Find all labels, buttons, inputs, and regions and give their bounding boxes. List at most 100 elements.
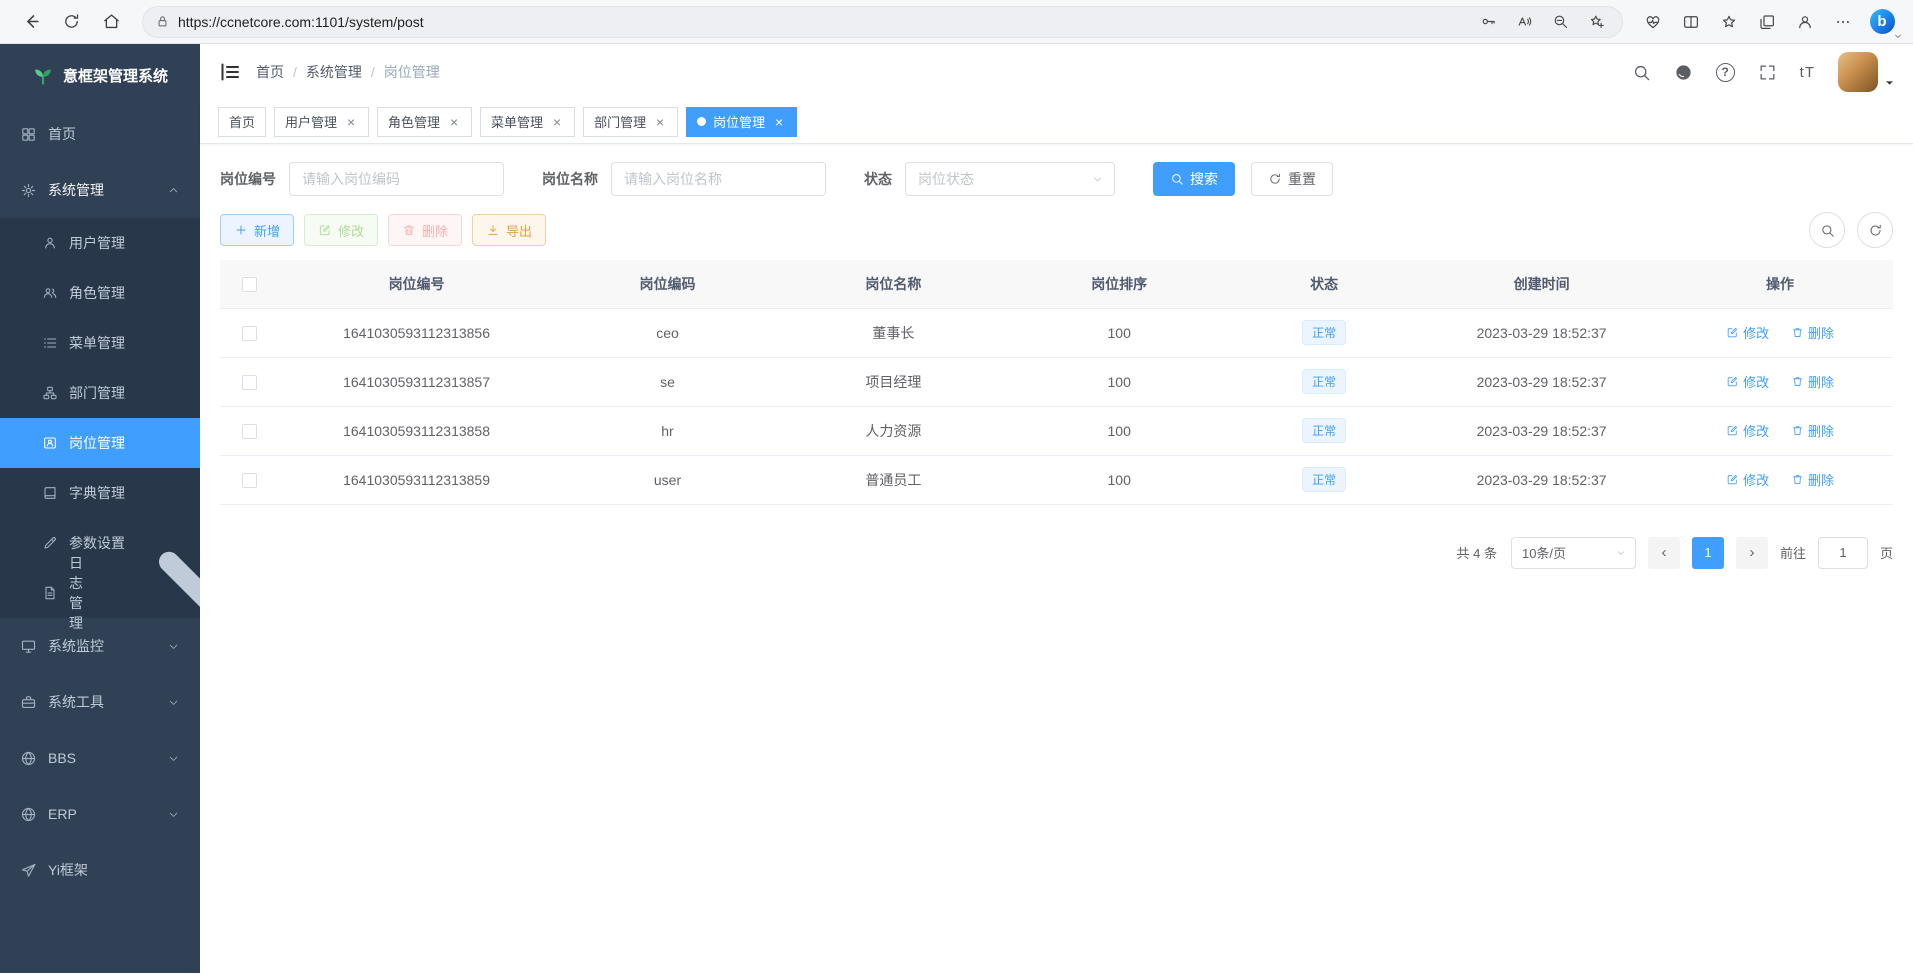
favorites-icon[interactable] (1713, 6, 1745, 38)
split-screen-icon[interactable] (1675, 6, 1707, 38)
trash-icon (1791, 375, 1804, 388)
close-icon[interactable]: × (653, 115, 667, 129)
edit-button[interactable]: 修改 (304, 214, 378, 246)
id-badge-icon (42, 435, 58, 451)
help-icon[interactable]: ? (1716, 63, 1735, 82)
url-text[interactable]: https://ccnetcore.com:1101/system/post (178, 14, 1466, 30)
table-row[interactable]: 1641030593112313859 user 普通员工 100 正常 202… (220, 455, 1893, 504)
select-all-checkbox[interactable] (242, 277, 257, 292)
table-row[interactable]: 1641030593112313856 ceo 董事长 100 正常 2023-… (220, 308, 1893, 357)
sidebar-item-home[interactable]: 首页 (0, 106, 200, 162)
post-name-input[interactable] (611, 162, 826, 196)
row-edit-link[interactable]: 修改 (1726, 323, 1769, 342)
sidebar-item-menu-mgmt[interactable]: 菜单管理 (0, 318, 200, 368)
tab-user-mgmt[interactable]: 用户管理 × (274, 107, 369, 137)
row-checkbox[interactable] (242, 424, 257, 439)
edit-link-label: 修改 (1743, 323, 1769, 342)
font-size-icon[interactable]: tT (1800, 64, 1815, 81)
table-row[interactable]: 1641030593112313858 hr 人力资源 100 正常 2023-… (220, 406, 1893, 455)
toolbox-icon (20, 694, 37, 711)
row-edit-link[interactable]: 修改 (1726, 470, 1769, 489)
sidebar-label: 首页 (48, 124, 76, 144)
row-checkbox[interactable] (242, 473, 257, 488)
sidebar-item-role-mgmt[interactable]: 角色管理 (0, 268, 200, 318)
delete-button[interactable]: 删除 (388, 214, 462, 246)
tab-home[interactable]: 首页 (218, 107, 266, 137)
edit-link-label: 修改 (1743, 421, 1769, 440)
row-delete-link[interactable]: 删除 (1791, 323, 1834, 342)
close-icon[interactable]: × (772, 115, 786, 129)
row-delete-link[interactable]: 删除 (1791, 372, 1834, 391)
bing-sidebar-button[interactable]: b (1865, 5, 1899, 39)
settings-menu-icon[interactable] (1827, 6, 1859, 38)
breadcrumb-system[interactable]: 系统管理 (306, 62, 362, 82)
row-delete-link[interactable]: 删除 (1791, 470, 1834, 489)
row-checkbox[interactable] (242, 375, 257, 390)
users-icon (42, 285, 58, 301)
browser-toolbar: https://ccnetcore.com:1101/system/post b (0, 0, 1913, 44)
password-key-icon[interactable] (1474, 8, 1502, 36)
cell-post-name: 人力资源 (780, 406, 1006, 455)
sidebar-item-monitor[interactable]: 系统监控 (0, 618, 200, 674)
cell-post-sort: 100 (1006, 455, 1232, 504)
cell-post-sort: 100 (1006, 357, 1232, 406)
status-select[interactable]: 岗位状态 (905, 162, 1115, 196)
table-row[interactable]: 1641030593112313857 se 项目经理 100 正常 2023-… (220, 357, 1893, 406)
next-page-button[interactable]: › (1736, 537, 1768, 569)
refresh-table-button[interactable] (1857, 212, 1893, 248)
sidebar-item-system[interactable]: 系统管理 (0, 162, 200, 218)
sidebar-item-user-mgmt[interactable]: 用户管理 (0, 218, 200, 268)
sidebar-item-yi-framework[interactable]: Yi框架 (0, 842, 200, 898)
goto-page-input[interactable] (1818, 537, 1868, 569)
search-button[interactable]: 搜索 (1153, 162, 1235, 196)
row-checkbox[interactable] (242, 326, 257, 341)
add-button[interactable]: 新增 (220, 214, 294, 246)
github-icon[interactable] (1674, 63, 1693, 82)
user-menu[interactable] (1838, 52, 1895, 92)
row-edit-link[interactable]: 修改 (1726, 372, 1769, 391)
add-favorite-icon[interactable] (1582, 8, 1610, 36)
fullscreen-icon[interactable] (1758, 63, 1777, 82)
tab-post-mgmt[interactable]: 岗位管理 × (686, 107, 797, 137)
back-button[interactable] (14, 5, 48, 39)
row-delete-link[interactable]: 删除 (1791, 421, 1834, 440)
browser-essentials-icon[interactable] (1637, 6, 1669, 38)
sidebar-item-log-mgmt[interactable]: 日志管理 (0, 568, 200, 618)
refresh-button[interactable] (54, 5, 88, 39)
tab-role-mgmt[interactable]: 角色管理 × (377, 107, 472, 137)
sidebar-item-erp[interactable]: ERP (0, 786, 200, 842)
profile-icon[interactable] (1789, 6, 1821, 38)
row-edit-link[interactable]: 修改 (1726, 421, 1769, 440)
prev-page-button[interactable]: ‹ (1648, 537, 1680, 569)
edit-link-label: 修改 (1743, 470, 1769, 489)
post-code-input[interactable] (289, 162, 504, 196)
home-button[interactable] (94, 5, 128, 39)
toggle-search-button[interactable] (1809, 212, 1845, 248)
export-button[interactable]: 导出 (472, 214, 546, 246)
page-1-button[interactable]: 1 (1692, 537, 1724, 569)
page-size-select[interactable]: 10条/页 (1511, 537, 1636, 569)
collections-icon[interactable] (1751, 6, 1783, 38)
breadcrumb-home[interactable]: 首页 (256, 62, 284, 82)
sidebar-item-dept-mgmt[interactable]: 部门管理 (0, 368, 200, 418)
sidebar-item-tools[interactable]: 系统工具 (0, 674, 200, 730)
globe-icon (20, 750, 37, 767)
cell-post-code: user (555, 455, 781, 504)
tab-dept-mgmt[interactable]: 部门管理 × (583, 107, 678, 137)
close-icon[interactable]: × (447, 115, 461, 129)
zoom-out-icon[interactable] (1546, 8, 1574, 36)
sidebar-item-bbs[interactable]: BBS (0, 730, 200, 786)
refresh-icon (1268, 172, 1282, 186)
read-aloud-icon[interactable] (1510, 8, 1538, 36)
close-icon[interactable]: × (344, 115, 358, 129)
address-bar[interactable]: https://ccnetcore.com:1101/system/post (142, 6, 1623, 38)
tab-menu-mgmt[interactable]: 菜单管理 × (480, 107, 575, 137)
reset-button[interactable]: 重置 (1251, 162, 1333, 196)
search-icon[interactable] (1632, 63, 1651, 82)
list-icon (42, 335, 58, 351)
cell-post-code: hr (555, 406, 781, 455)
close-icon[interactable]: × (550, 115, 564, 129)
user-avatar[interactable] (1838, 52, 1878, 92)
page-unit-label: 页 (1880, 543, 1893, 562)
sidebar-fold-icon[interactable] (218, 60, 242, 84)
